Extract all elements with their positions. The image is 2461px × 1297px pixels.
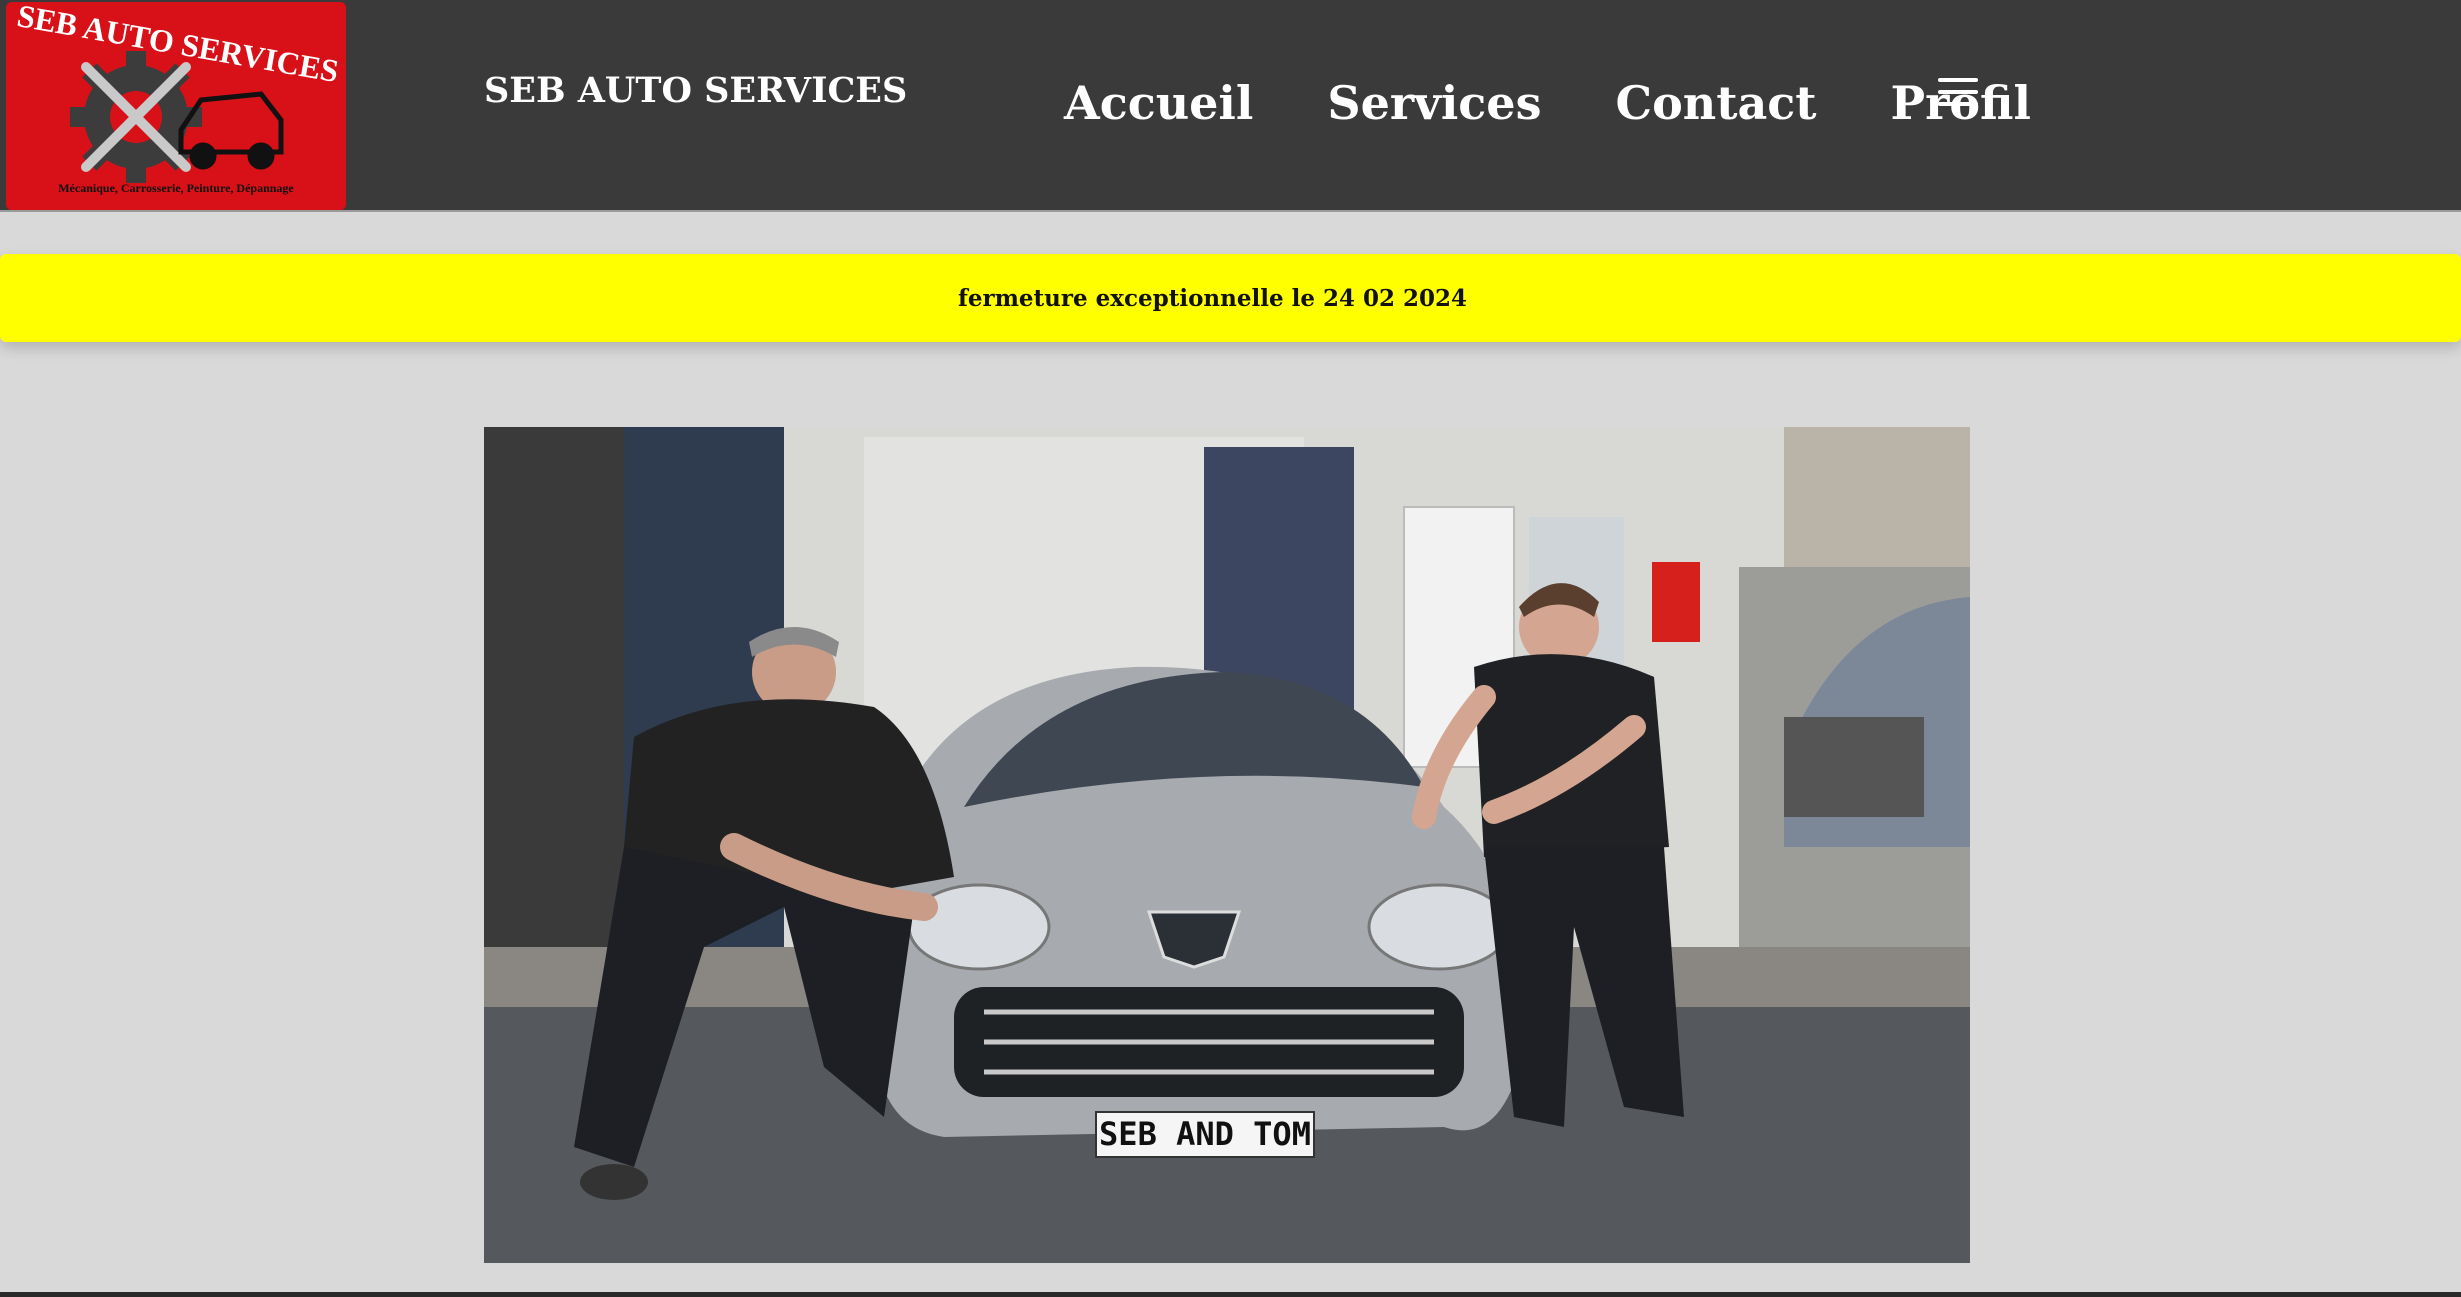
announcement-text: fermeture exceptionnelle le 24 02 2024 (957, 284, 1468, 312)
site-title: SEB AUTO SERVICES (484, 70, 908, 111)
announcement-banner: fermeture exceptionnelle le 24 02 2024 (0, 254, 2461, 342)
gear-icon (70, 51, 202, 183)
site-header: SEB AUTO SERVICES Mécanique, Carrosserie… (0, 0, 2461, 212)
menu-bar (1938, 78, 1978, 82)
hero-image: SEB AND TOM (484, 427, 1970, 1263)
logo-graphic: SEB AUTO SERVICES Mécanique, Carrosserie… (6, 2, 346, 210)
nav-contact[interactable]: Contact (1615, 76, 1816, 130)
hamburger-menu-icon[interactable] (1938, 78, 1978, 110)
nav-accueil[interactable]: Accueil (1064, 76, 1253, 130)
logo-tagline: Mécanique, Carrosserie, Peinture, Dépann… (58, 181, 294, 195)
menu-bar (1938, 90, 1978, 94)
page-bottom-divider (0, 1292, 2461, 1297)
hero-photo: SEB AND TOM (484, 427, 1970, 1263)
main-nav: Accueil Services Contact Profil (1064, 76, 2031, 130)
license-plate-text: SEB AND TOM (1099, 1115, 1311, 1153)
nav-services[interactable]: Services (1327, 76, 1541, 130)
logo[interactable]: SEB AUTO SERVICES Mécanique, Carrosserie… (6, 2, 346, 210)
menu-bar (1938, 102, 1978, 106)
